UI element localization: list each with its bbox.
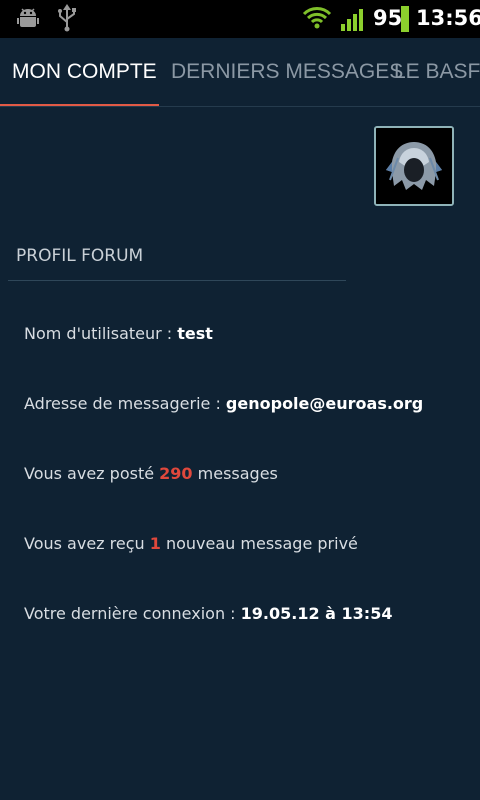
username-label: Nom d'utilisateur : [24, 324, 178, 343]
tab-mon-compte[interactable]: MON COMPTE [12, 38, 157, 106]
pm-suffix: nouveau message privé [160, 534, 358, 553]
username-value: test [177, 324, 213, 343]
last-login-row: Votre dernière connexion : 19.05.12 à 13… [24, 604, 392, 623]
spaceship-avatar-icon [376, 128, 452, 204]
pm-prefix: Vous avez reçu [24, 534, 150, 553]
android-debug-icon [16, 7, 40, 35]
email-label: Adresse de messagerie : [24, 394, 226, 413]
posts-row: Vous avez posté 290 messages [24, 464, 278, 483]
section-title-profil-forum: PROFIL FORUM [16, 246, 144, 266]
private-messages-row: Vous avez reçu 1 nouveau message privé [24, 534, 358, 553]
wifi-icon [302, 6, 332, 34]
battery-level: 95 [373, 6, 403, 30]
section-divider [8, 280, 346, 281]
posts-suffix: messages [192, 464, 278, 483]
avatar[interactable] [374, 126, 454, 206]
clock: 13:56 [416, 6, 480, 30]
username-row: Nom d'utilisateur : test [24, 324, 213, 343]
tab-derniers-messages[interactable]: DERNIERS MESSAGES [171, 38, 403, 106]
last-login-value: 19.05.12 à 13:54 [240, 604, 393, 623]
pm-count: 1 [149, 534, 161, 553]
active-tab-indicator [0, 104, 159, 106]
signal-icon [340, 6, 368, 36]
tab-bar: MON COMPTE DERNIERS MESSAGES LE BASFI [0, 38, 480, 107]
battery-icon [401, 6, 411, 36]
email-value: genopole@euroas.org [225, 394, 424, 413]
last-login-label: Votre dernière connexion : [24, 604, 241, 623]
status-bar: 95 13:56 [0, 0, 480, 38]
posts-count: 290 [159, 464, 193, 483]
usb-icon [56, 4, 78, 36]
email-row: Adresse de messagerie : genopole@euroas.… [24, 394, 423, 413]
tab-le-basfi[interactable]: LE BASFI [394, 38, 480, 106]
posts-prefix: Vous avez posté [24, 464, 160, 483]
